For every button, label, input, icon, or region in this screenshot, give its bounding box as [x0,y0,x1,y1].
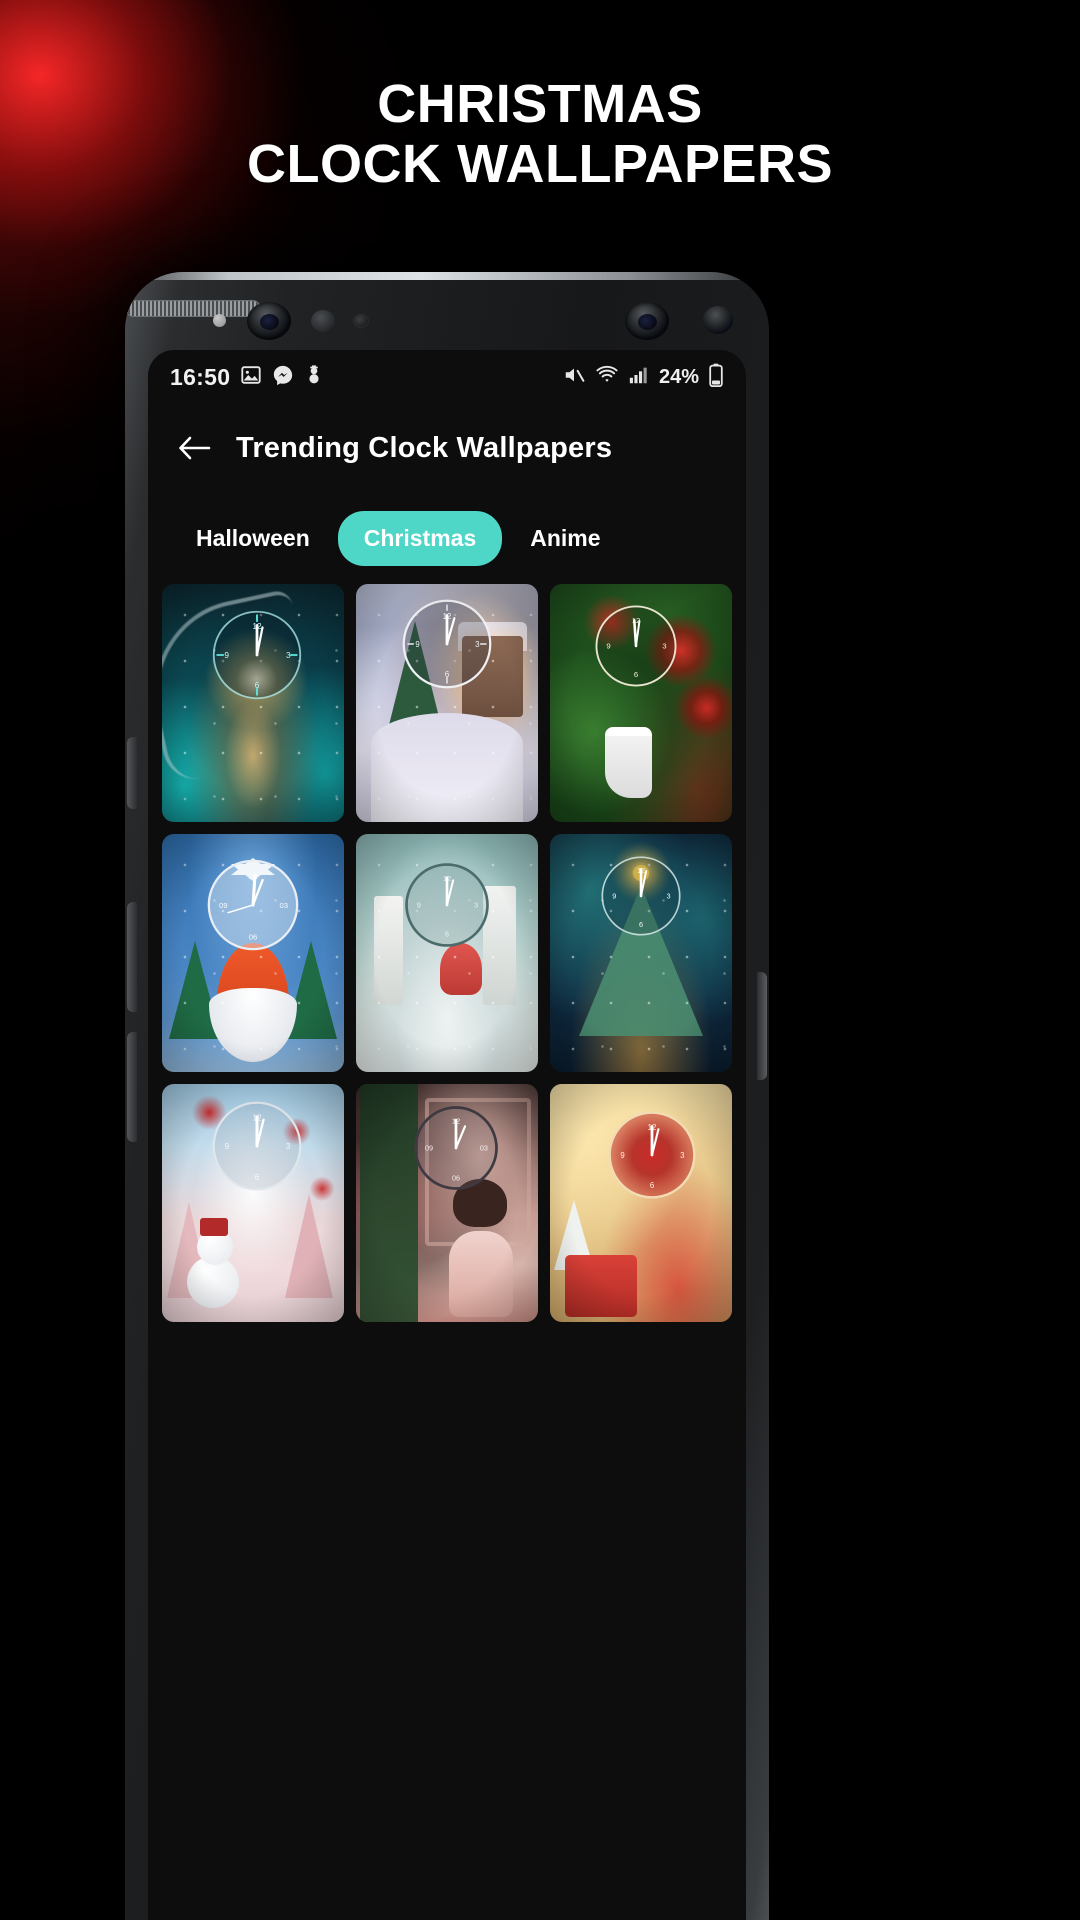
snowman-icon [304,364,324,391]
tab-anime[interactable]: Anime [508,511,622,566]
phone-top-edge [125,272,769,280]
phone-mockup: 16:50 24% Trending Clock Wallpapers Hall… [110,272,782,1920]
earpiece-speaker-icon [125,300,261,317]
mute-icon [562,364,586,391]
wallpaper-tile-frozen-forest[interactable]: 12 3 6 9 [162,584,344,822]
app-bar: Trending Clock Wallpapers [148,404,746,492]
wallpaper-tile-pink-snowman[interactable]: 12 3 6 9 [162,1084,344,1322]
tile-vignette [550,584,732,822]
phone-sensor-row [125,300,769,340]
light-sensor-icon [703,306,733,334]
messenger-icon [272,364,294,391]
proximity-sensor-icon [311,310,335,332]
wifi-icon [595,364,619,391]
tile-vignette [162,1084,344,1322]
back-arrow-icon[interactable] [174,428,214,468]
secondary-camera-icon [625,302,669,340]
power-button[interactable] [757,972,767,1080]
tab-halloween[interactable]: Halloween [174,511,332,566]
signal-icon [628,364,650,391]
wallpaper-tile-gnome-family[interactable]: 12 03 06 09 [162,834,344,1072]
wallpaper-tile-paper-santa[interactable]: 12 3 6 9 [356,834,538,1072]
wallpaper-tile-golden-bauble[interactable]: 12 3 6 9 [550,1084,732,1322]
tile-vignette [356,1084,538,1322]
category-tabs: Halloween Christmas Anime [148,496,746,580]
battery-icon [708,363,724,392]
phone-body: 16:50 24% Trending Clock Wallpapers Hall… [125,272,769,1920]
volume-up-button[interactable] [127,737,137,809]
volume-down-button[interactable] [127,902,137,1012]
tile-vignette [550,1084,732,1322]
wallpaper-tile-tree-baubles[interactable]: 12 3 6 9 [550,584,732,822]
poster-headline: CHRISTMAS CLOCK WALLPAPERS [0,74,1080,194]
battery-percent-label: 24% [658,365,699,388]
status-bar-right: 24% [562,363,724,392]
headline-line-2: CLOCK WALLPAPERS [247,134,833,194]
assistant-button[interactable] [127,1032,137,1142]
front-camera-icon [247,302,291,340]
tab-christmas[interactable]: Christmas [337,510,503,566]
status-bar: 16:50 24% [148,350,746,404]
phone-screen: 16:50 24% Trending Clock Wallpapers Hall… [148,350,746,1920]
status-bar-left: 16:50 [170,364,324,391]
tile-vignette [356,584,538,822]
headline-line-1: CHRISTMAS [377,74,703,134]
status-time: 16:50 [170,363,231,390]
iris-sensor-icon [353,314,369,328]
tile-vignette [162,584,344,822]
wallpaper-tile-swirl-tree[interactable]: 12 3 6 9 [550,834,732,1072]
tile-vignette [550,834,732,1072]
wallpaper-tile-snow-village[interactable]: 12 3 6 9 [356,584,538,822]
page-title: Trending Clock Wallpapers [236,431,613,464]
wallpaper-tile-window-girl[interactable]: 12 03 06 09 [356,1084,538,1322]
tile-vignette [356,834,538,1072]
tile-vignette [162,834,344,1072]
wallpaper-grid: 12 3 6 9 [148,584,746,1920]
gallery-icon [240,364,262,391]
notification-led-icon [213,314,226,327]
